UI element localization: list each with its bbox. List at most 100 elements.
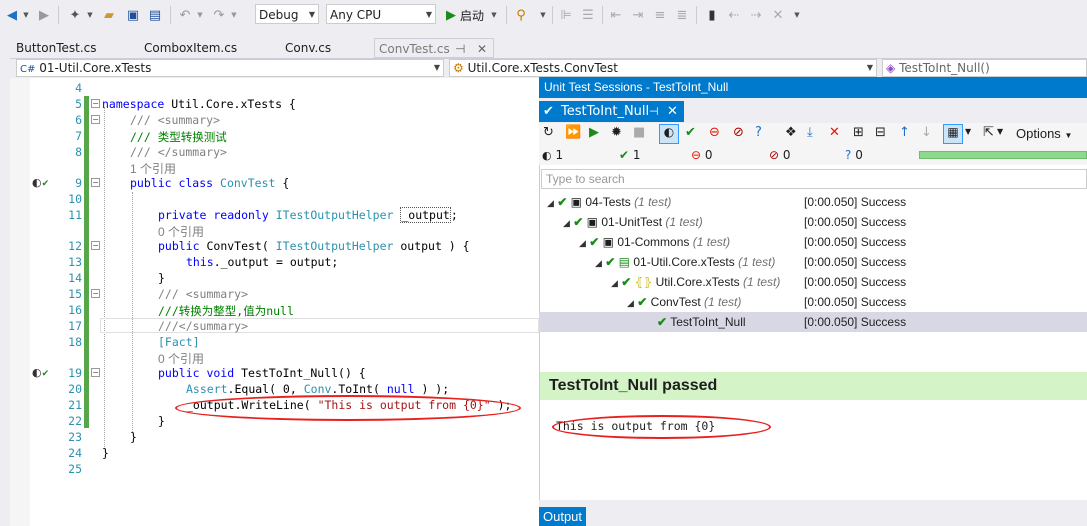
uncomment-icon[interactable]: ≣ xyxy=(674,6,690,24)
line-number: 16 xyxy=(68,303,82,317)
folder-icon: ▣ xyxy=(602,235,615,249)
back-dropdown-icon[interactable]: ▼ xyxy=(22,6,30,24)
redo-icon[interactable]: ↷ xyxy=(210,6,228,24)
undo-icon[interactable]: ↶ xyxy=(176,6,194,24)
export-dropdown-icon[interactable]: ▼ xyxy=(997,127,1003,136)
codelens-references[interactable]: 1 个引用 xyxy=(130,160,176,177)
code-line-17: ///</summary> xyxy=(158,319,249,333)
attach-icon[interactable]: ⚲ xyxy=(512,6,530,24)
stat-passed[interactable]: ✔ 1 xyxy=(619,145,641,165)
tab-convtest[interactable]: ConvTest.cs ⊣ ✕ xyxy=(374,38,494,58)
test-run-icon[interactable]: ◐✔ xyxy=(32,366,49,379)
format-icon[interactable]: ☰ xyxy=(580,6,596,24)
close-tab-icon[interactable]: ✕ xyxy=(477,39,487,59)
start-dropdown-icon[interactable]: ▼ xyxy=(490,6,498,24)
toolbar-more-icon[interactable]: ▼ xyxy=(538,6,548,24)
tree-row[interactable]: ◢ ✔ ConvTest (1 test) [0:00.050] Success xyxy=(539,292,1087,312)
tree-row[interactable]: ◢ ✔ ▣ 01-Commons (1 test) [0:00.050] Suc… xyxy=(539,232,1087,252)
step-icon[interactable]: ⊫ xyxy=(558,6,574,24)
back-icon[interactable]: ◀ xyxy=(4,6,20,24)
folder-icon: ▣ xyxy=(570,195,583,209)
collapse-all-icon[interactable]: ⊟ xyxy=(875,125,886,140)
test-run-icon[interactable]: ◐✔ xyxy=(32,176,49,189)
undo-dropdown-icon[interactable]: ▼ xyxy=(196,6,204,24)
stop-icon[interactable]: ■ xyxy=(633,125,645,140)
next-icon[interactable]: ↓ xyxy=(921,125,932,140)
close-tab-icon[interactable]: ✕ xyxy=(667,101,678,122)
line-number: 14 xyxy=(68,271,82,285)
filter-passed-icon[interactable]: ✔ xyxy=(685,125,696,140)
start-icon[interactable]: ▶ xyxy=(444,6,458,24)
member-nav-select[interactable]: ◈ TestToInt_Null() xyxy=(882,59,1087,77)
prev-bookmark-icon[interactable]: ⇠ xyxy=(726,6,742,24)
fold-toggle[interactable]: − xyxy=(91,368,100,377)
run-all-icon[interactable]: ⏩ xyxy=(565,125,581,140)
redo-dropdown-icon[interactable]: ▼ xyxy=(230,6,238,24)
filter-ignored-icon[interactable]: ⊘ xyxy=(733,125,744,140)
fold-toggle[interactable]: − xyxy=(91,99,100,108)
pin-icon[interactable]: ⊣ xyxy=(649,101,659,122)
pin-icon[interactable]: ⊣ xyxy=(455,39,465,59)
expand-toggle-icon: ◢ xyxy=(579,238,586,248)
tree-row[interactable]: ◢ ✔ ▤ 01-Util.Core.xTests (1 test) [0:00… xyxy=(539,252,1087,272)
fold-toggle[interactable]: − xyxy=(91,289,100,298)
forward-icon[interactable]: ▶ xyxy=(36,6,52,24)
refresh-icon[interactable]: ↻ xyxy=(543,125,554,140)
configuration-select[interactable]: Debug ▼ xyxy=(255,4,319,24)
tree-row-selected[interactable]: ✔ TestToInt_Null [0:00.050] Success xyxy=(539,312,1087,332)
tree-row[interactable]: ◢ ✔ ▣ 01-UnitTest (1 test) [0:00.050] Su… xyxy=(539,212,1087,232)
layout-dropdown-icon[interactable]: ▼ xyxy=(965,127,971,136)
outdent-icon[interactable]: ⇤ xyxy=(608,6,624,24)
run-icon[interactable]: ▶ xyxy=(589,125,599,140)
save-icon[interactable]: ▣ xyxy=(124,6,142,24)
import-icon[interactable]: ⤓ xyxy=(807,125,813,140)
debug-icon[interactable]: ✹ xyxy=(611,125,622,140)
codelens-references[interactable]: 0 个引用 xyxy=(158,223,204,240)
open-folder-icon[interactable]: ▰ xyxy=(100,6,118,24)
clear-bookmarks-icon[interactable]: ✕ xyxy=(770,6,786,24)
toolbar-overflow-icon[interactable]: ▼ xyxy=(792,6,802,24)
indent-icon[interactable]: ⇥ xyxy=(630,6,646,24)
comment-icon[interactable]: ≡ xyxy=(652,6,668,24)
new-project-icon[interactable]: ✦ xyxy=(66,6,84,24)
next-bookmark-icon[interactable]: ⇢ xyxy=(748,6,764,24)
codelens-references[interactable]: 0 个引用 xyxy=(158,350,204,367)
stat-failed[interactable]: ⊖ 0 xyxy=(691,145,713,165)
line-number: 10 xyxy=(68,192,82,206)
output-tab[interactable]: Output xyxy=(539,507,586,526)
remove-icon[interactable]: ✕ xyxy=(829,125,840,140)
filter-unknown-icon[interactable]: ? xyxy=(755,125,762,140)
start-button[interactable]: 启动 xyxy=(460,6,484,24)
stat-total[interactable]: ◐ 1 xyxy=(542,145,563,165)
layout-icon[interactable]: ▦ xyxy=(943,124,963,144)
export-icon[interactable]: ⇱ xyxy=(983,125,994,140)
tab-buttontest[interactable]: ButtonTest.cs xyxy=(16,38,97,58)
bookmark-icon[interactable]: ▮ xyxy=(704,6,720,24)
tree-row[interactable]: ◢ ✔ ⦃⦄ Util.Core.xTests (1 test) [0:00.0… xyxy=(539,272,1087,292)
fold-toggle[interactable]: − xyxy=(91,115,100,124)
code-line-12: public ConvTest( ITestOutputHelper outpu… xyxy=(158,239,470,253)
options-menu[interactable]: Options ▼ xyxy=(1016,126,1072,141)
tab-comboxitem[interactable]: ComboxItem.cs xyxy=(144,38,237,58)
filter-failed-icon[interactable]: ⊖ xyxy=(709,125,720,140)
test-search-input[interactable]: Type to search xyxy=(541,169,1087,189)
stat-ignored[interactable]: ⊘ 0 xyxy=(769,145,791,165)
expand-all-icon[interactable]: ⊞ xyxy=(853,125,864,140)
fold-toggle[interactable]: − xyxy=(91,241,100,250)
project-nav-select[interactable]: C# 01-Util.Core.xTests ▼ xyxy=(16,59,444,77)
show-all-icon[interactable]: ◐ xyxy=(659,124,679,144)
test-session-tab[interactable]: ✔ TestToInt_Null ⊣ ✕ xyxy=(539,101,684,122)
test-window-title: Unit Test Sessions - TestToInt_Null xyxy=(539,77,1087,98)
fold-toggle[interactable]: − xyxy=(91,178,100,187)
type-nav-select[interactable]: ⚙ Util.Core.xTests.ConvTest ▼ xyxy=(449,59,877,77)
tree-row[interactable]: ◢ ✔ ▣ 04-Tests (1 test) [0:00.050] Succe… xyxy=(539,192,1087,212)
platform-select[interactable]: Any CPU ▼ xyxy=(326,4,436,24)
stat-unknown[interactable]: ? 0 xyxy=(845,145,863,165)
tab-conv[interactable]: Conv.cs xyxy=(285,38,331,58)
test-session-tab-label: TestToInt_Null xyxy=(561,104,650,119)
save-all-icon[interactable]: ▤ xyxy=(146,6,164,24)
tab-convtest-label: ConvTest.cs xyxy=(379,42,450,56)
track-icon[interactable]: ❖ xyxy=(785,125,797,140)
prev-icon[interactable]: ↑ xyxy=(899,125,910,140)
new-project-dropdown-icon[interactable]: ▼ xyxy=(86,6,94,24)
